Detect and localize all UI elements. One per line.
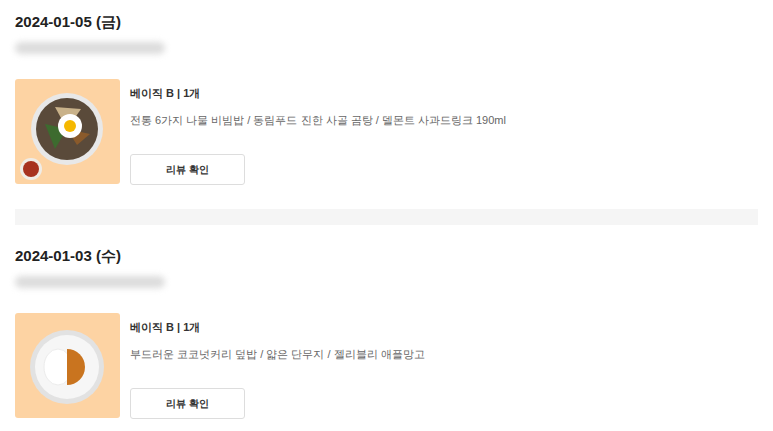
- redacted-address: [15, 42, 165, 54]
- redacted-address: [15, 276, 165, 288]
- review-button[interactable]: 리뷰 확인: [130, 154, 245, 185]
- review-button[interactable]: 리뷰 확인: [130, 388, 245, 419]
- product-items: 전통 6가지 나물 비빔밥 / 동림푸드 진한 사골 곰탕 / 델몬트 사과드링…: [130, 113, 506, 127]
- product-name: 베이직 B | 1개: [130, 86, 506, 100]
- order-section: 2024-01-03 (수) 베이직 B | 1개부드러운 코코넛커리 덮밥 / …: [0, 225, 773, 429]
- order-info: 베이직 B | 1개전통 6가지 나물 비빔밥 / 동림푸드 진한 사골 곰탕 …: [130, 79, 506, 185]
- section-divider: [15, 209, 758, 225]
- order-card: 베이직 B | 1개부드러운 코코넛커리 덮밥 / 얇은 단무지 / 젤리블리 …: [15, 313, 758, 419]
- order-card: 베이직 B | 1개전통 6가지 나물 비빔밥 / 동림푸드 진한 사골 곰탕 …: [15, 79, 758, 185]
- food-photo: [15, 313, 120, 418]
- product-name: 베이직 B | 1개: [130, 320, 425, 334]
- food-photo: [15, 79, 120, 184]
- order-section: 2024-01-05 (금) 베이직 B | 1개전통 6가지 나물 비빔밥 / …: [0, 0, 773, 209]
- product-items: 부드러운 코코넛커리 덮밥 / 얇은 단무지 / 젤리블리 애플망고: [130, 347, 425, 361]
- order-date: 2024-01-03 (수): [15, 247, 758, 265]
- order-info: 베이직 B | 1개부드러운 코코넛커리 덮밥 / 얇은 단무지 / 젤리블리 …: [130, 313, 425, 419]
- order-date: 2024-01-05 (금): [15, 13, 758, 31]
